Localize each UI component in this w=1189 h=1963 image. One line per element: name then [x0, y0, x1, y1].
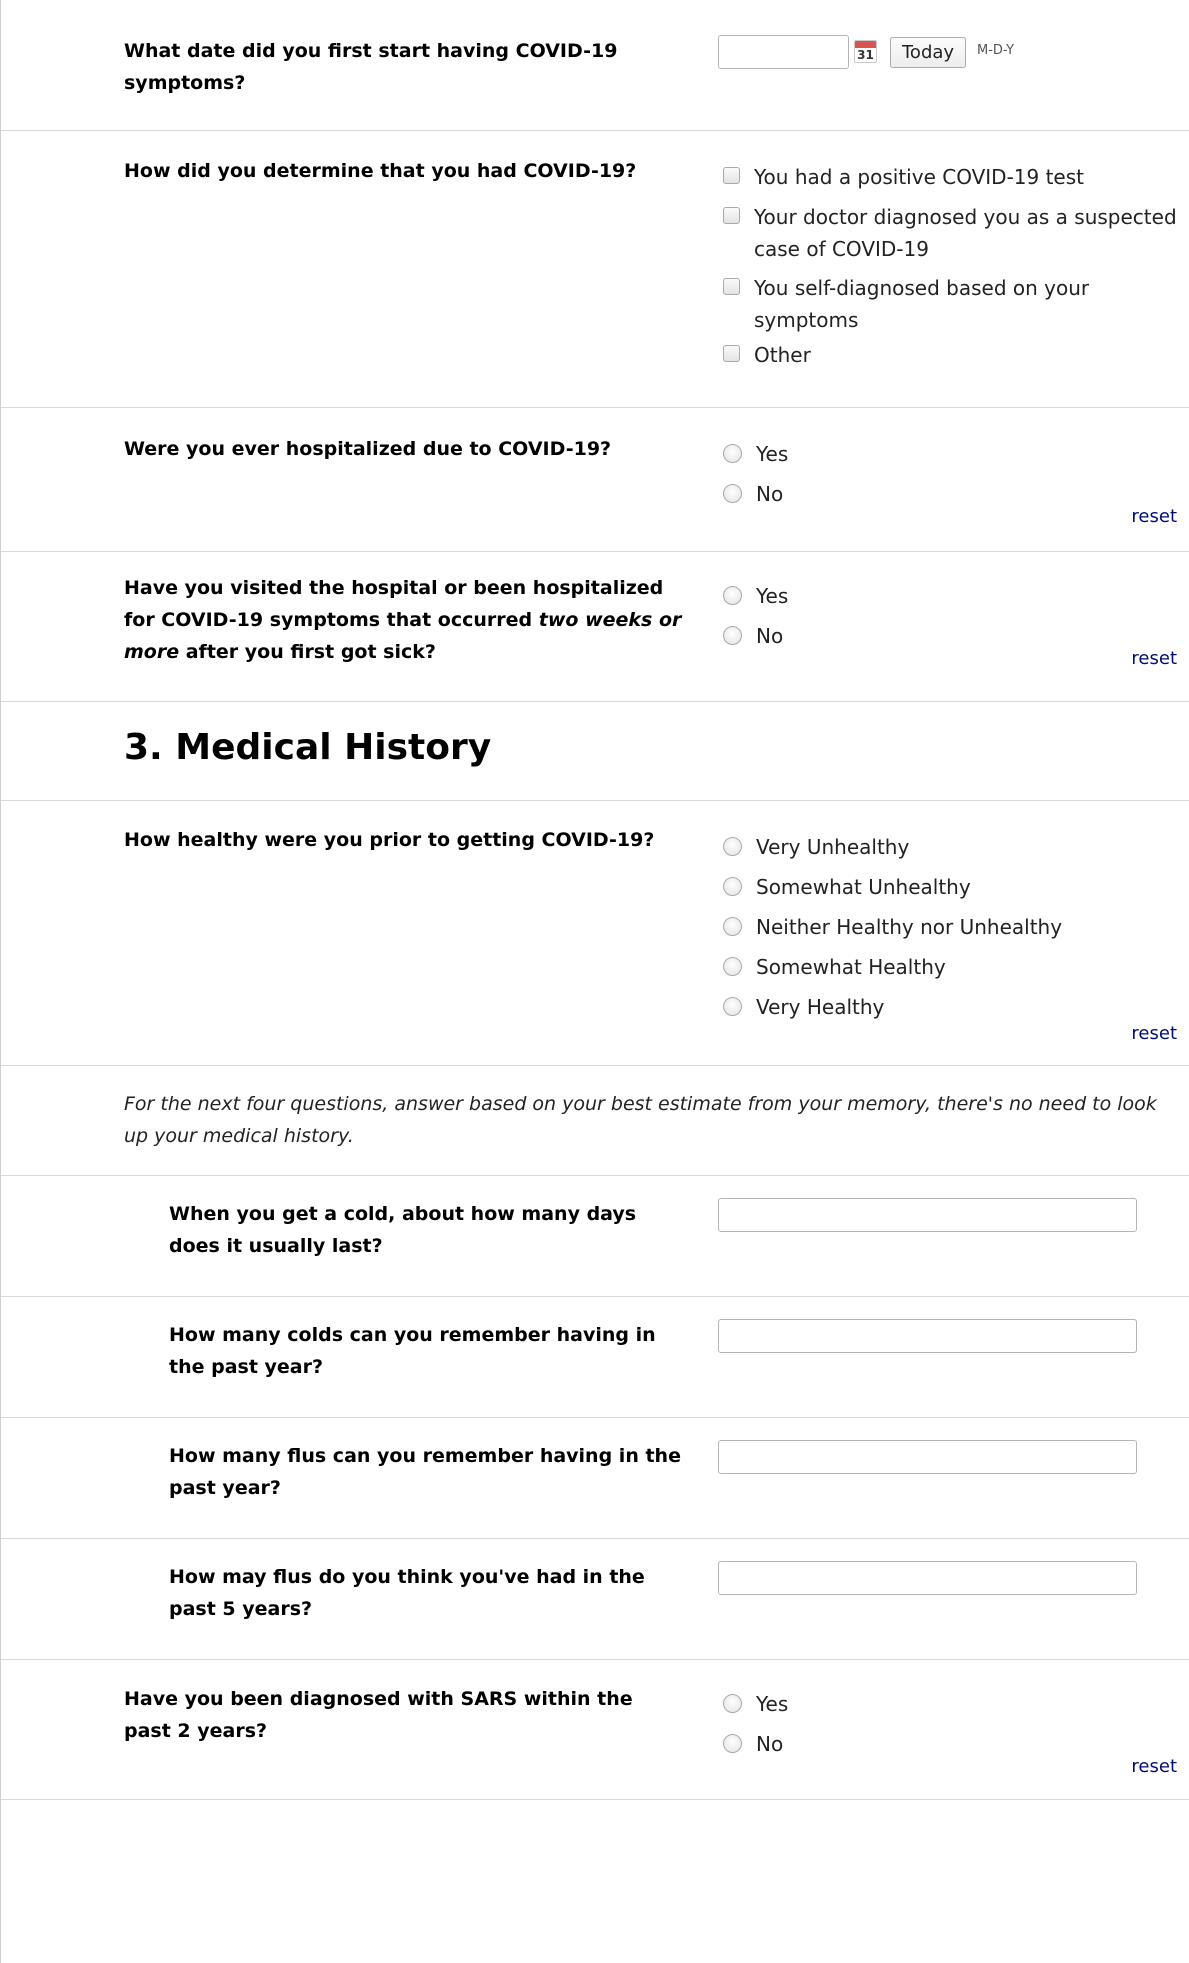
question-label: Have you visited the hospital or been ho…: [124, 577, 682, 663]
radio-option-very-unhealthy[interactable]: Very Unhealthy: [723, 831, 909, 863]
reset-link[interactable]: reset: [1131, 1023, 1177, 1044]
onset-date-input[interactable]: [718, 35, 849, 69]
radio-button[interactable]: [723, 1734, 742, 1753]
reset-link[interactable]: reset: [1131, 506, 1177, 527]
checkbox[interactable]: [723, 167, 740, 184]
instruction-text: For the next four questions, answer base…: [124, 1093, 1157, 1147]
radio-option-somewhat-unhealthy[interactable]: Somewhat Unhealthy: [723, 871, 971, 903]
radio-button[interactable]: [723, 586, 742, 605]
question-flus-past-year: How many flus can you remember having in…: [1, 1418, 1189, 1539]
checkbox-option-self-diagnosed[interactable]: You self-diagnosed based on your symptom…: [723, 272, 1123, 336]
survey-form: What date did you first start having COV…: [0, 0, 1189, 1963]
radio-option-yes[interactable]: Yes: [723, 1688, 788, 1720]
calendar-icon[interactable]: 31: [854, 40, 877, 63]
question-hospitalized: Were you ever hospitalized due to COVID-…: [1, 408, 1189, 552]
question-flus-past-5-years: How may flus do you think you've had in …: [1, 1539, 1189, 1660]
question-onset-date: What date did you first start having COV…: [1, 0, 1189, 131]
radio-button[interactable]: [723, 1694, 742, 1713]
radio-button[interactable]: [723, 837, 742, 856]
radio-button[interactable]: [723, 877, 742, 896]
radio-option-very-healthy[interactable]: Very Healthy: [723, 991, 884, 1023]
date-format-hint: M-D-Y: [977, 43, 1015, 58]
question-determine: How did you determine that you had COVID…: [1, 131, 1189, 408]
radio-option-no[interactable]: No: [723, 620, 783, 652]
question-label: How healthy were you prior to getting CO…: [124, 829, 655, 851]
question-label: How did you determine that you had COVID…: [124, 160, 637, 182]
radio-button[interactable]: [723, 997, 742, 1016]
checkbox-option-other[interactable]: Other: [723, 339, 1183, 371]
radio-button[interactable]: [723, 957, 742, 976]
flus-5-years-input[interactable]: [718, 1561, 1137, 1595]
section-header-medical-history: 3. Medical History: [1, 702, 1189, 801]
radio-button[interactable]: [723, 917, 742, 936]
colds-past-year-input[interactable]: [718, 1319, 1137, 1353]
today-button[interactable]: Today: [890, 37, 967, 68]
radio-option-yes[interactable]: Yes: [723, 438, 788, 470]
question-label: When you get a cold, about how many days…: [169, 1203, 637, 1257]
radio-button[interactable]: [723, 626, 742, 645]
flus-past-year-input[interactable]: [718, 1440, 1137, 1474]
question-cold-duration: When you get a cold, about how many days…: [1, 1176, 1189, 1297]
radio-option-neither[interactable]: Neither Healthy nor Unhealthy: [723, 911, 1062, 943]
question-late-hospital-visit: Have you visited the hospital or been ho…: [1, 552, 1189, 702]
radio-option-no[interactable]: No: [723, 478, 783, 510]
question-colds-past-year: How many colds can you remember having i…: [1, 1297, 1189, 1418]
checkbox[interactable]: [723, 207, 740, 224]
question-label: Have you been diagnosed with SARS within…: [124, 1688, 633, 1742]
instruction-note: For the next four questions, answer base…: [1, 1066, 1189, 1176]
radio-option-yes[interactable]: Yes: [723, 580, 788, 612]
cold-days-input[interactable]: [718, 1198, 1137, 1232]
section-title: 3. Medical History: [124, 727, 492, 768]
checkbox[interactable]: [723, 278, 740, 295]
question-prior-health: How healthy were you prior to getting CO…: [1, 801, 1189, 1066]
checkbox[interactable]: [723, 345, 740, 362]
question-label: How many flus can you remember having in…: [169, 1445, 681, 1499]
question-label: How many colds can you remember having i…: [169, 1324, 656, 1378]
question-label: Were you ever hospitalized due to COVID-…: [124, 438, 612, 460]
radio-button[interactable]: [723, 444, 742, 463]
checkbox-option-doctor[interactable]: Your doctor diagnosed you as a suspected…: [723, 201, 1183, 265]
question-label: What date did you first start having COV…: [124, 40, 618, 94]
radio-button[interactable]: [723, 484, 742, 503]
reset-link[interactable]: reset: [1131, 648, 1177, 669]
reset-link[interactable]: reset: [1131, 1756, 1177, 1777]
radio-option-somewhat-healthy[interactable]: Somewhat Healthy: [723, 951, 946, 983]
question-sars: Have you been diagnosed with SARS within…: [1, 1660, 1189, 1800]
radio-option-no[interactable]: No: [723, 1728, 783, 1760]
question-label: How may flus do you think you've had in …: [169, 1566, 645, 1620]
checkbox-option-positive-test[interactable]: You had a positive COVID-19 test: [723, 161, 1183, 193]
